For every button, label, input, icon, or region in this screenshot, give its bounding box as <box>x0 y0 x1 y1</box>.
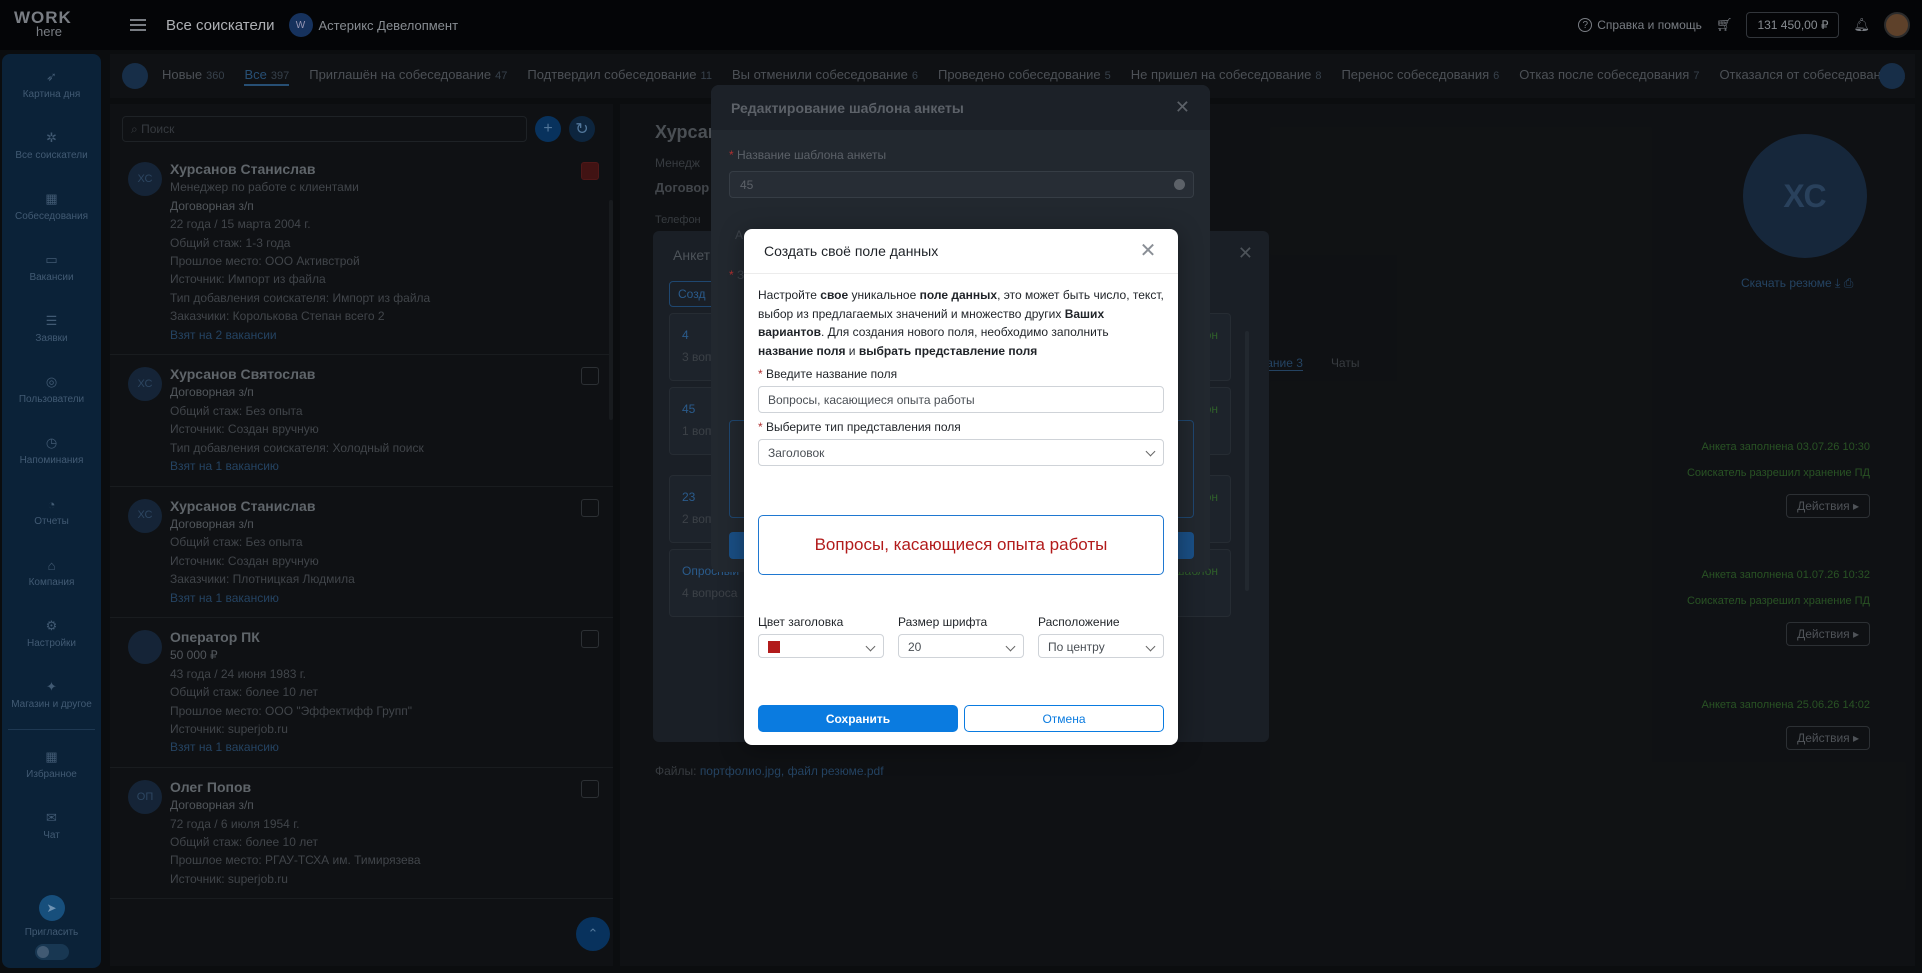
edit-template-title: Редактирование шаблона анкеты <box>731 99 964 116</box>
chevron-down-icon <box>1145 641 1156 652</box>
chevron-down-icon <box>1145 446 1156 457</box>
field-type-select[interactable]: Заголовок <box>758 439 1164 466</box>
field-ghost-label: * З <box>729 268 745 282</box>
alignment-label: Расположение <box>1038 615 1120 629</box>
heading-preview: Вопросы, касающиеся опыта работы <box>758 515 1164 575</box>
heading-color-label: Цвет заголовка <box>758 615 844 629</box>
create-field-modal: Создать своё поле данных ✕ Настройте сво… <box>744 229 1178 745</box>
create-field-title: Создать своё поле данных <box>764 243 939 259</box>
clear-icon[interactable] <box>1174 179 1185 190</box>
heading-color-select[interactable] <box>758 634 884 658</box>
field-name-label: * Введите название поля <box>758 367 898 381</box>
font-size-select[interactable]: 20 <box>898 634 1024 658</box>
close-icon[interactable]: ✕ <box>1175 97 1190 118</box>
field-type-label: * Выберите тип представления поля <box>758 420 961 434</box>
save-button[interactable]: Сохранить <box>758 705 958 732</box>
create-field-description: Настройте свое уникальное поле данных, э… <box>758 288 1164 358</box>
color-swatch <box>768 641 780 653</box>
font-size-label: Размер шрифта <box>898 615 988 629</box>
alignment-select[interactable]: По центру <box>1038 634 1164 658</box>
tab-ghost: А <box>735 228 744 242</box>
close-icon[interactable]: ✕ <box>1238 243 1253 264</box>
chevron-down-icon <box>865 641 876 652</box>
field-name-input[interactable]: Вопросы, касающиеся опыта работы <box>758 386 1164 413</box>
template-name-label: * Название шаблона анкеты <box>729 148 887 162</box>
cancel-button[interactable]: Отмена <box>964 705 1164 732</box>
chevron-down-icon <box>1005 641 1016 652</box>
template-name-input[interactable]: 45 <box>729 171 1194 198</box>
close-icon[interactable]: ✕ <box>1138 241 1158 261</box>
anketa-modal-title: Анкет <box>673 247 711 263</box>
anketa-modal-scrollbar[interactable] <box>1245 331 1249 591</box>
